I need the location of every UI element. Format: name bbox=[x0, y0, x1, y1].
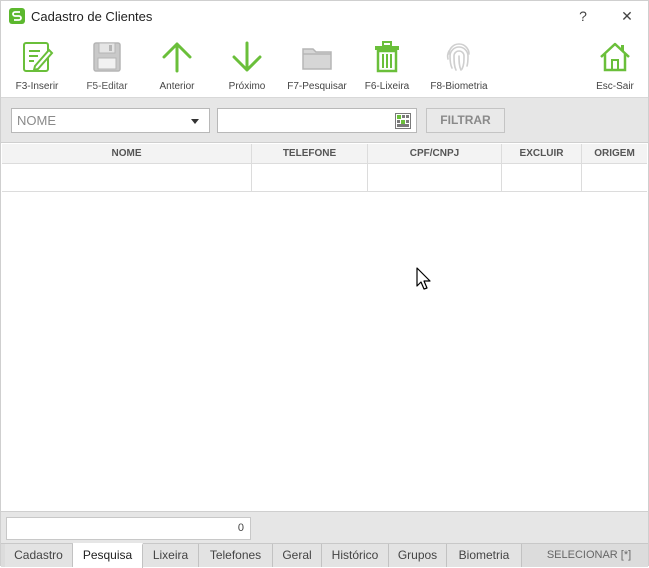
tab-pesquisa[interactable]: Pesquisa bbox=[73, 543, 143, 568]
search-button[interactable]: F7-Pesquisar bbox=[286, 37, 348, 95]
next-label: Próximo bbox=[228, 81, 266, 92]
filter-bar: NOME FILTRAR bbox=[1, 98, 648, 143]
search-input[interactable] bbox=[217, 108, 417, 133]
chevron-down-icon bbox=[191, 119, 199, 124]
trash-label: F6-Lixeira bbox=[364, 81, 410, 92]
search-label: F7-Pesquisar bbox=[287, 81, 347, 92]
column-header-origin[interactable]: ORIGEM bbox=[582, 144, 647, 163]
arrow-up-icon bbox=[162, 42, 192, 73]
tab-grupos[interactable]: Grupos bbox=[389, 544, 447, 567]
trash-icon bbox=[375, 41, 399, 73]
title-bar: Cadastro de Clientes ? ✕ bbox=[1, 1, 648, 31]
filter-button[interactable]: FILTRAR bbox=[426, 108, 505, 133]
arrow-down-icon bbox=[232, 41, 262, 72]
column-header-delete[interactable]: EXCLUIR bbox=[502, 144, 582, 163]
previous-label: Anterior bbox=[159, 81, 195, 92]
tab-telefones[interactable]: Telefones bbox=[199, 544, 273, 567]
cell-cpf-cnpj[interactable] bbox=[368, 164, 502, 191]
edit-label: F5-Editar bbox=[86, 81, 128, 92]
footer-bar: 0 bbox=[1, 511, 648, 543]
grid-header: NOME TELEFONE CPF/CNPJ EXCLUIR ORIGEM bbox=[2, 144, 647, 164]
biometry-label: F8-Biometria bbox=[430, 81, 488, 92]
insert-label: F3-Inserir bbox=[15, 81, 59, 92]
close-button[interactable]: ✕ bbox=[613, 4, 641, 28]
exit-button[interactable]: Esc-Sair bbox=[584, 37, 646, 95]
filter-field-select[interactable]: NOME bbox=[11, 108, 210, 133]
customer-registration-window: Cadastro de Clientes ? ✕ F3-Inserir F5-E… bbox=[0, 0, 649, 568]
cell-phone[interactable] bbox=[252, 164, 368, 191]
virtual-keyboard-icon[interactable] bbox=[395, 113, 411, 129]
edit-icon bbox=[23, 42, 54, 72]
tab-cadastro[interactable]: Cadastro bbox=[5, 544, 73, 567]
next-button[interactable]: Próximo bbox=[216, 37, 278, 95]
exit-label: Esc-Sair bbox=[596, 81, 634, 92]
help-button[interactable]: ? bbox=[569, 4, 597, 28]
table-row[interactable] bbox=[2, 164, 647, 192]
cell-origin[interactable] bbox=[582, 164, 647, 191]
tab-biometria[interactable]: Biometria bbox=[447, 544, 522, 567]
cell-delete[interactable] bbox=[502, 164, 582, 191]
tab-geral[interactable]: Geral bbox=[273, 544, 322, 567]
clients-grid: NOME TELEFONE CPF/CNPJ EXCLUIR ORIGEM bbox=[2, 144, 647, 511]
tab-lixeira[interactable]: Lixeira bbox=[143, 544, 199, 567]
folder-icon bbox=[302, 48, 332, 70]
insert-button[interactable]: F3-Inserir bbox=[6, 37, 68, 95]
column-header-phone[interactable]: TELEFONE bbox=[252, 144, 368, 163]
column-header-cpf-cnpj[interactable]: CPF/CNPJ bbox=[368, 144, 502, 163]
filter-field-value: NOME bbox=[17, 113, 56, 128]
mouse-pointer-icon bbox=[416, 267, 431, 290]
home-icon bbox=[600, 42, 630, 72]
biometry-button[interactable]: F8-Biometria bbox=[428, 37, 490, 95]
toolbar: F3-Inserir F5-Editar Anterior Próximo F7… bbox=[1, 31, 648, 98]
floppy-icon bbox=[93, 42, 121, 72]
edit-button[interactable]: F5-Editar bbox=[76, 37, 138, 95]
trash-button[interactable]: F6-Lixeira bbox=[356, 37, 418, 95]
window-title: Cadastro de Clientes bbox=[31, 9, 153, 24]
previous-button[interactable]: Anterior bbox=[146, 37, 208, 95]
record-count: 0 bbox=[6, 517, 251, 540]
tab-historico[interactable]: Histórico bbox=[322, 544, 389, 567]
select-button[interactable]: SELECIONAR [*] bbox=[534, 544, 644, 567]
app-logo-icon bbox=[9, 8, 25, 24]
fingerprint-icon bbox=[446, 43, 470, 71]
column-header-name[interactable]: NOME bbox=[2, 144, 252, 163]
cell-name[interactable] bbox=[2, 164, 252, 191]
tab-bar: Cadastro Pesquisa Lixeira Telefones Gera… bbox=[1, 543, 648, 568]
